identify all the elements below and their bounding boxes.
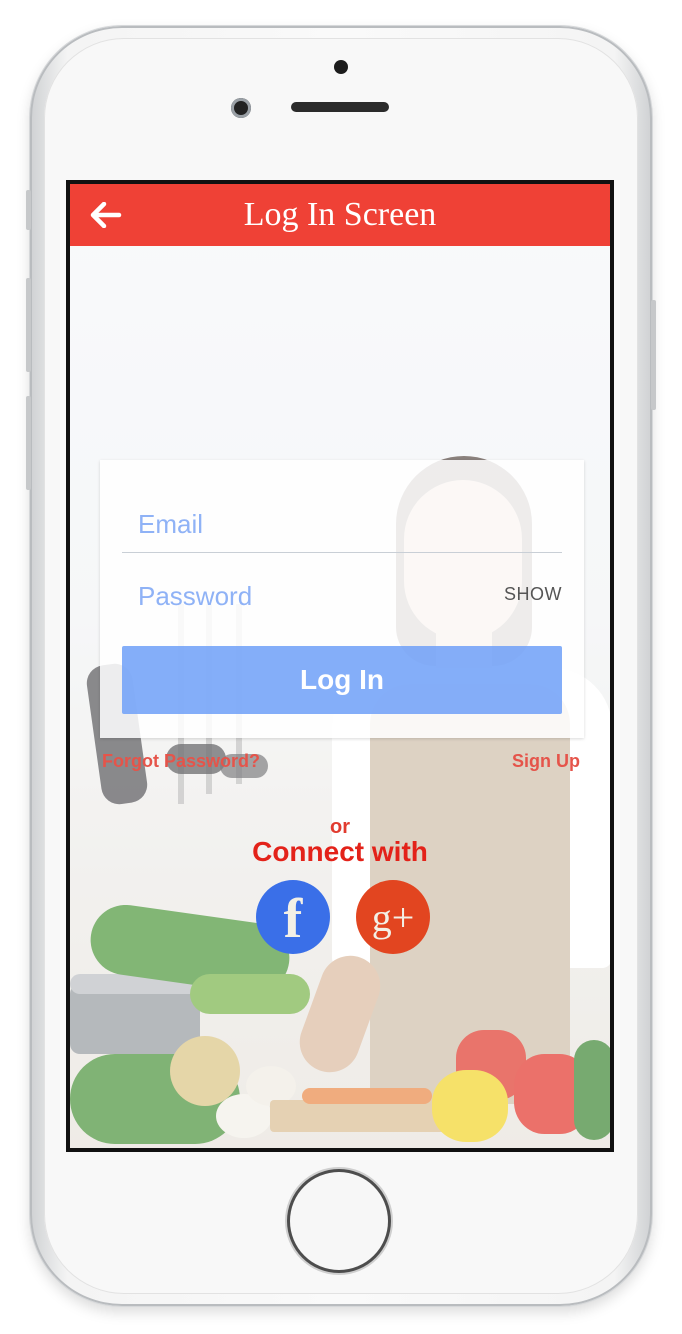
page-title: Log In Screen (243, 196, 437, 233)
phone-screen: Log In Screen SHOW Log In Forgot Passwor… (66, 180, 614, 1152)
sign-up-link[interactable]: Sign Up (512, 751, 580, 772)
show-password-toggle[interactable]: SHOW (504, 584, 562, 605)
front-camera (231, 98, 251, 118)
login-button[interactable]: Log In (122, 646, 562, 714)
password-field[interactable] (122, 576, 562, 616)
facebook-icon: f (283, 888, 303, 950)
forgot-password-link[interactable]: Forgot Password? (102, 751, 260, 772)
field-divider (122, 552, 562, 553)
app-screen: Log In Screen SHOW Log In Forgot Passwor… (70, 184, 610, 1148)
power-button (651, 300, 656, 410)
home-button[interactable] (290, 1172, 388, 1270)
email-field[interactable] (122, 504, 562, 544)
earpiece-speaker (291, 102, 389, 112)
google-plus-icon: g+ (371, 894, 415, 940)
connect-with-heading: Connect with (252, 836, 428, 867)
google-plus-login-button[interactable]: g+ (356, 880, 430, 954)
mute-switch (26, 190, 31, 230)
login-card: SHOW Log In (100, 460, 584, 738)
volume-down-button (26, 396, 31, 490)
facebook-login-button[interactable]: f (256, 880, 330, 954)
front-sensor (334, 60, 348, 74)
volume-up-button (26, 278, 31, 372)
app-header: Log In Screen (70, 184, 610, 246)
